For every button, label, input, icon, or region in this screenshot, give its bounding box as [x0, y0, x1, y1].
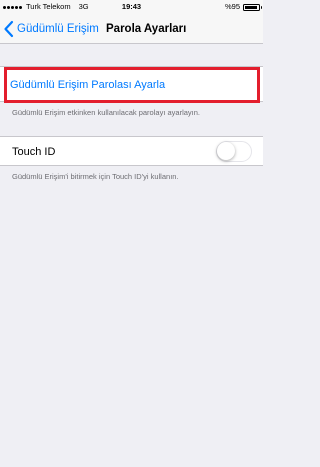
status-time: 19:43: [121, 2, 142, 11]
touch-id-cell: Touch ID: [0, 136, 263, 166]
battery-percentage: %95: [224, 2, 240, 11]
status-right: %95: [224, 0, 262, 14]
toggle-knob: [217, 142, 235, 160]
battery-icon: [243, 3, 262, 11]
touch-id-label: Touch ID: [12, 146, 56, 158]
chevron-left-icon: [4, 20, 14, 38]
page-title: Parola Ayarları: [106, 23, 187, 35]
back-button[interactable]: Güdümlü Erişim: [3, 14, 99, 44]
back-button-label: Güdümlü Erişim: [17, 23, 99, 35]
touch-id-footer-note: Güdümlü Erişim'i bitirmek için Touch ID'…: [12, 172, 179, 181]
set-passcode-label[interactable]: Güdümlü Erişim Parolası Ayarla: [10, 67, 165, 103]
passcode-footer-note: Güdümlü Erişim etkinken kullanılacak par…: [12, 108, 201, 117]
touch-id-toggle[interactable]: [216, 141, 252, 162]
battery-fill: [245, 5, 258, 9]
navigation-bar: Güdümlü Erişim Parola Ayarları: [0, 14, 263, 44]
set-passcode-cell[interactable]: Güdümlü Erişim Parolası Ayarla: [0, 66, 263, 102]
status-bar: Turk Telekom 3G 19:43 %95: [0, 0, 263, 14]
